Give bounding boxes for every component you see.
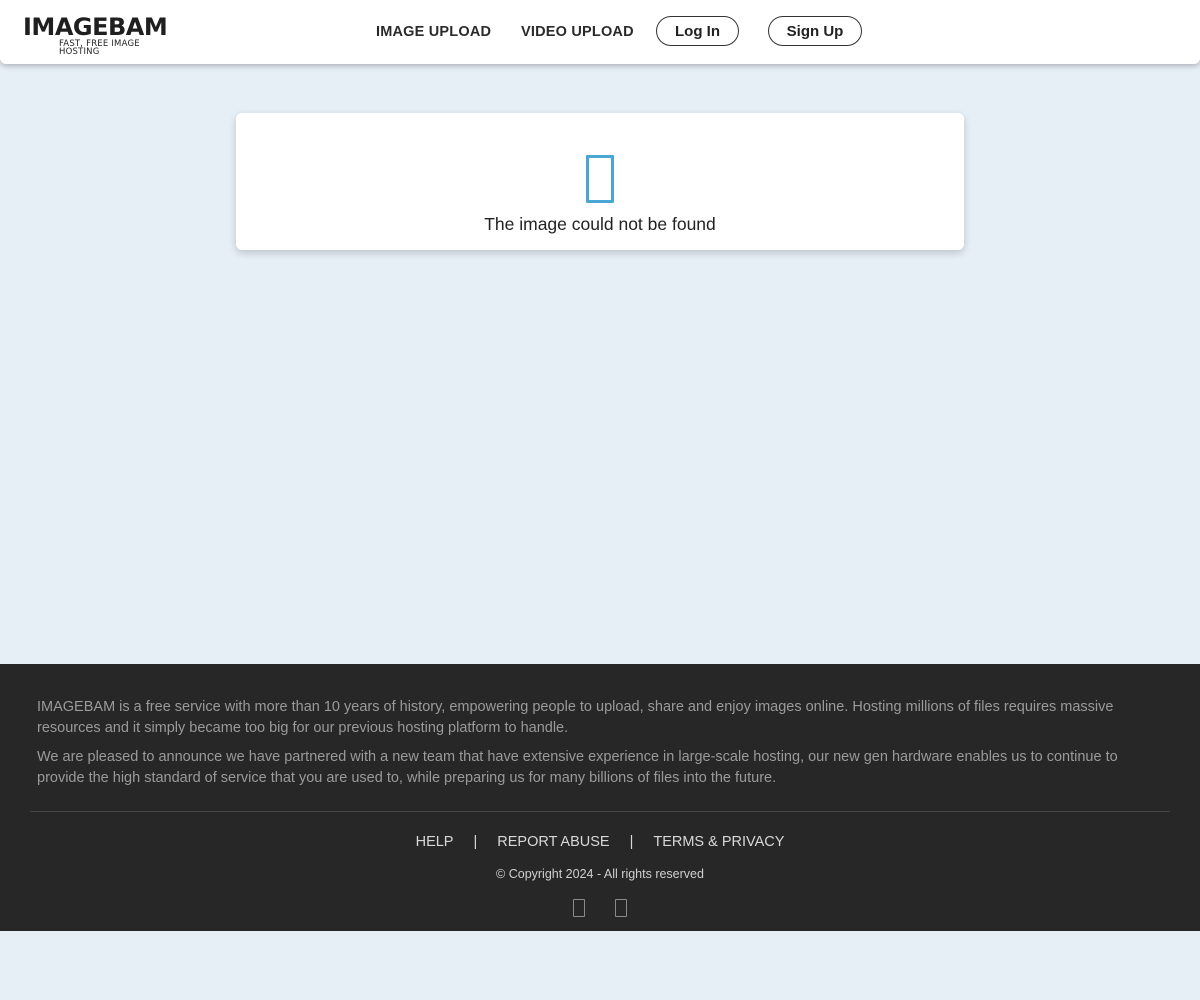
imagebam-logo[interactable]: IMAGEBAM FAST, FREE IMAGE HOSTING [23,14,183,56]
social-icon-2[interactable] [615,899,627,917]
social-icon-1[interactable] [573,899,585,917]
error-message: The image could not be found [484,214,716,234]
about-text: IMAGEBAM is a free service with more tha… [37,697,1147,797]
login-button[interactable]: Log In [656,16,739,46]
about-paragraph-1: IMAGEBAM is a free service with more tha… [37,699,1114,736]
about-paragraph-2: We are pleased to announce we have partn… [37,749,1118,786]
logo-tagline: FAST, FREE IMAGE HOSTING [59,39,140,57]
nav-video-upload[interactable]: VIDEO UPLOAD [521,24,634,40]
link-separator: | [629,834,634,850]
terms-privacy-link[interactable]: TERMS & PRIVACY [653,834,784,850]
site-header: IMAGEBAM FAST, FREE IMAGE HOSTING IMAGE … [0,0,1200,64]
nav-image-upload[interactable]: IMAGE UPLOAD [376,24,491,40]
signup-button[interactable]: Sign Up [768,16,862,46]
help-link[interactable]: HELP [416,834,454,850]
missing-image-icon [586,155,614,203]
site-footer: IMAGEBAM is a free service with more tha… [0,664,1200,931]
footer-divider [30,811,1170,812]
logo-title: IMAGEBAM [23,13,168,41]
link-separator: | [473,834,478,850]
report-abuse-link[interactable]: REPORT ABUSE [497,834,609,850]
footer-links: HELP | REPORT ABUSE | TERMS & PRIVACY [0,834,1200,850]
social-icons [0,899,1200,917]
copyright-text: © Copyright 2024 - All rights reserved [496,867,704,881]
error-card: The image could not be found [236,113,964,250]
